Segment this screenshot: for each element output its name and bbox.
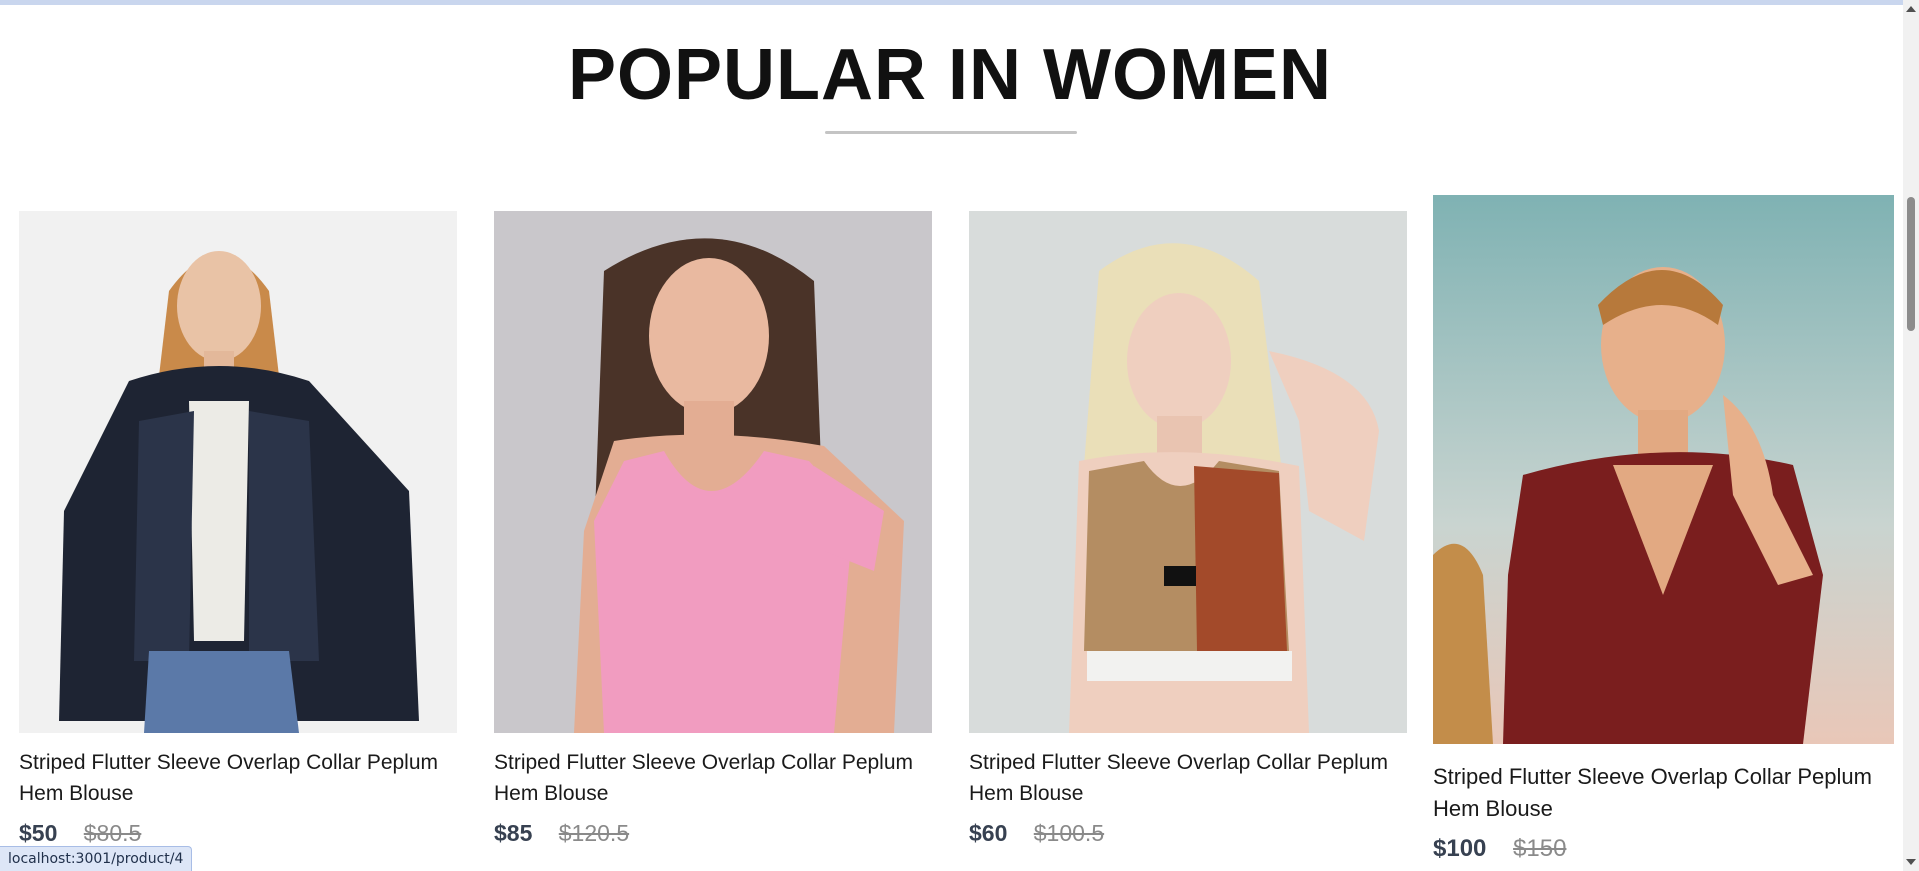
new-price: $60 xyxy=(969,820,1008,846)
section-title: POPULAR IN WOMEN xyxy=(568,35,1332,115)
old-price: $150 xyxy=(1513,835,1567,862)
product-prices: $60 $100.5 xyxy=(969,820,1104,847)
scrollbar-thumb[interactable] xyxy=(1907,197,1915,331)
new-price: $85 xyxy=(494,820,533,846)
product-name[interactable]: Striped Flutter Sleeve Overlap Collar Pe… xyxy=(969,747,1407,809)
product-image[interactable] xyxy=(494,211,932,733)
product-name[interactable]: Striped Flutter Sleeve Overlap Collar Pe… xyxy=(19,747,457,809)
old-price: $120.5 xyxy=(558,820,630,846)
product-image[interactable] xyxy=(1433,195,1894,744)
product-prices: $50 $80.5 xyxy=(19,820,141,847)
product-name[interactable]: Striped Flutter Sleeve Overlap Collar Pe… xyxy=(1433,761,1894,825)
browser-top-edge xyxy=(0,0,1919,5)
product-image[interactable] xyxy=(19,211,457,733)
old-price: $80.5 xyxy=(83,820,142,846)
product-image[interactable] xyxy=(969,211,1407,733)
new-price: $100 xyxy=(1433,835,1487,862)
scroll-up-arrow-icon[interactable] xyxy=(1906,6,1916,12)
scroll-down-arrow-icon[interactable] xyxy=(1906,859,1916,865)
product-name[interactable]: Striped Flutter Sleeve Overlap Collar Pe… xyxy=(494,747,932,809)
new-price: $50 xyxy=(19,820,58,846)
old-price: $100.5 xyxy=(1033,820,1105,846)
title-divider xyxy=(825,131,1077,134)
product-prices: $100 $150 xyxy=(1433,835,1566,863)
vertical-scrollbar[interactable] xyxy=(1903,0,1919,871)
link-status-url: localhost:3001/product/4 xyxy=(0,846,193,871)
product-prices: $85 $120.5 xyxy=(494,820,629,847)
